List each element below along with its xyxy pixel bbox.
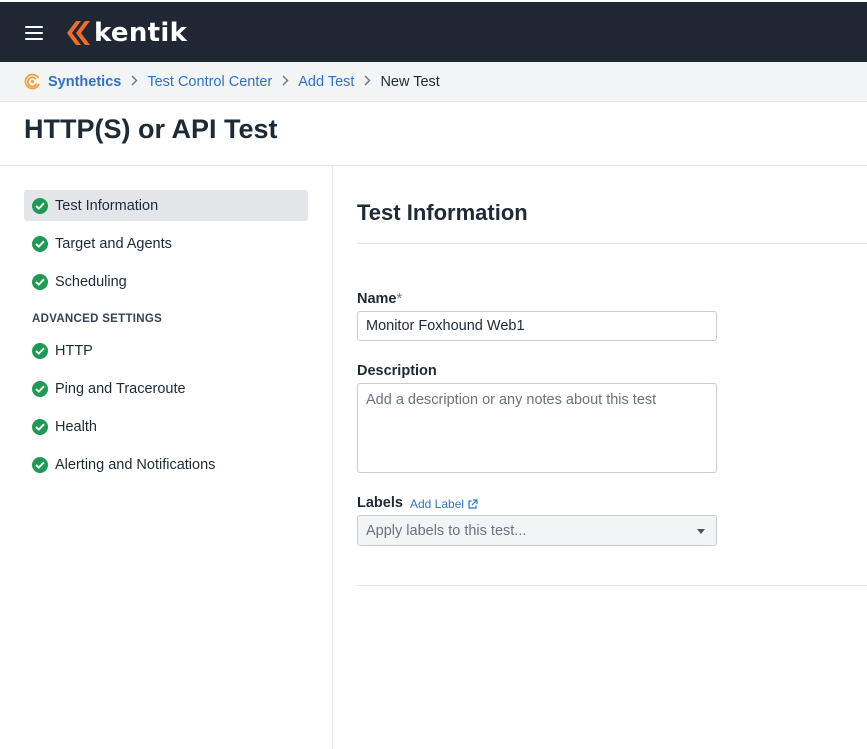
kentik-logo[interactable]: kentik bbox=[64, 18, 187, 48]
sidebar-item-label: HTTP bbox=[55, 342, 93, 359]
breadcrumb-test-control-center[interactable]: Test Control Center bbox=[147, 74, 272, 90]
check-circle-icon bbox=[32, 456, 48, 473]
description-label: Description bbox=[357, 363, 437, 379]
sidebar-item-label: Target and Agents bbox=[55, 235, 172, 252]
labels-label: Labels bbox=[357, 495, 403, 511]
caret-down-icon bbox=[697, 529, 705, 534]
add-label-text: Add Label bbox=[410, 497, 465, 511]
sidebar-item-ping-and-traceroute[interactable]: Ping and Traceroute bbox=[24, 373, 308, 404]
sidebar-item-label: Ping and Traceroute bbox=[55, 380, 186, 397]
sidebar-item-target-and-agents[interactable]: Target and Agents bbox=[24, 228, 308, 259]
chevron-right-icon bbox=[130, 74, 138, 89]
advanced-settings-heading: ADVANCED SETTINGS bbox=[32, 313, 163, 325]
sidebar-item-label: Health bbox=[55, 418, 97, 435]
brand-name: kentik bbox=[94, 18, 188, 48]
check-circle-icon bbox=[32, 273, 48, 290]
name-input[interactable] bbox=[357, 311, 717, 341]
sidebar-item-alerting-and-notifications[interactable]: Alerting and Notifications bbox=[24, 449, 308, 480]
synthetics-icon bbox=[24, 73, 40, 90]
breadcrumb-add-test[interactable]: Add Test bbox=[298, 74, 354, 90]
sidebar-item-label: Scheduling bbox=[55, 273, 127, 290]
sidebar-item-label: Alerting and Notifications bbox=[55, 456, 216, 473]
kentik-chevron-logo-icon bbox=[67, 21, 90, 45]
labels-select-placeholder: Apply labels to this test... bbox=[366, 522, 527, 539]
sidebar-item-scheduling[interactable]: Scheduling bbox=[24, 266, 308, 297]
hamburger-menu-icon[interactable] bbox=[25, 26, 43, 40]
page-title: HTTP(S) or API Test bbox=[24, 114, 278, 144]
check-circle-icon bbox=[32, 197, 48, 214]
chevron-right-icon bbox=[363, 74, 371, 89]
check-circle-icon bbox=[32, 380, 48, 397]
breadcrumb-synthetics[interactable]: Synthetics bbox=[48, 74, 121, 90]
sidebar-item-test-information[interactable]: Test Information bbox=[24, 190, 308, 221]
sidebar-item-label: Test Information bbox=[55, 197, 159, 214]
divider bbox=[357, 585, 867, 586]
chevron-right-icon bbox=[281, 74, 289, 89]
required-asterisk: * bbox=[396, 291, 403, 307]
check-circle-icon bbox=[32, 418, 48, 435]
description-textarea[interactable] bbox=[357, 383, 717, 473]
add-label-link[interactable]: Add Label bbox=[410, 497, 478, 511]
check-circle-icon bbox=[32, 342, 48, 359]
section-title: Test Information bbox=[357, 200, 528, 225]
sidebar-item-http[interactable]: HTTP bbox=[24, 335, 308, 366]
divider bbox=[357, 243, 867, 244]
breadcrumb: Synthetics Test Control Center Add Test … bbox=[0, 62, 867, 102]
check-circle-icon bbox=[32, 235, 48, 252]
name-label: Name* bbox=[357, 291, 402, 307]
sidebar-steps: Test Information Target and Agents Sched… bbox=[0, 166, 333, 749]
name-label-text: Name bbox=[357, 291, 397, 307]
top-navigation-bar: kentik bbox=[0, 0, 867, 62]
breadcrumb-current-new-test: New Test bbox=[380, 73, 440, 90]
sidebar-item-health[interactable]: Health bbox=[24, 411, 308, 442]
labels-select[interactable]: Apply labels to this test... bbox=[357, 515, 717, 546]
external-link-icon bbox=[468, 498, 478, 509]
